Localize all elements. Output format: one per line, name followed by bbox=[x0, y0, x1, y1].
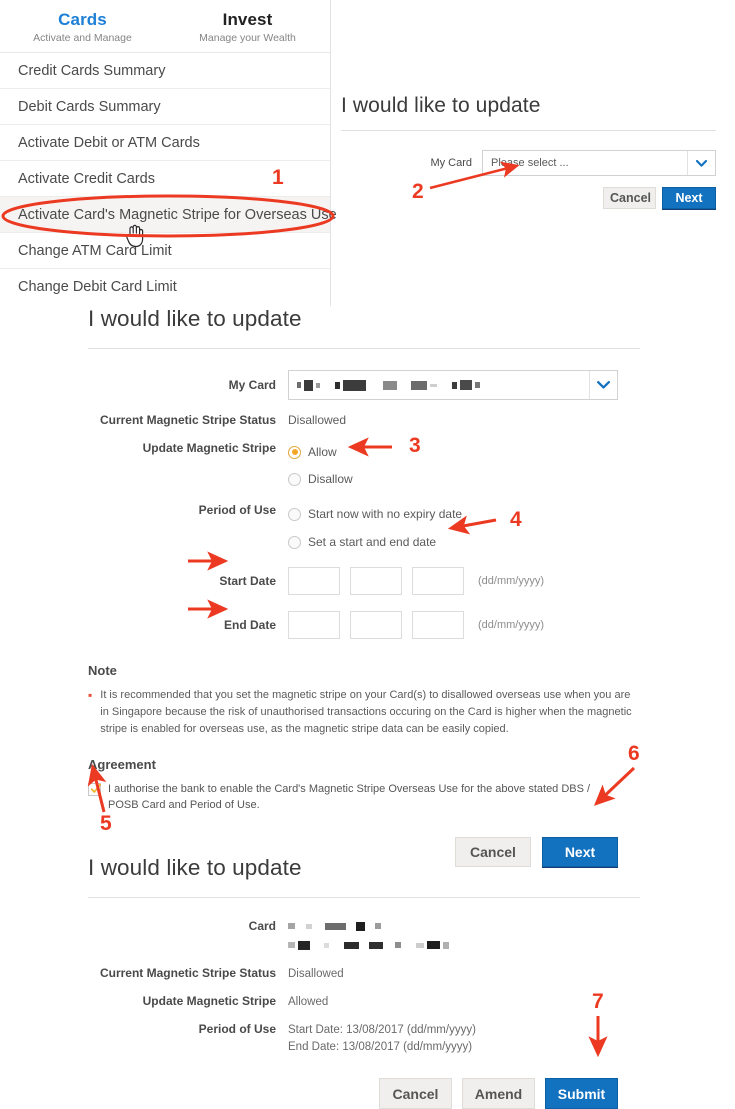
sidebar-item-change-atm-card-limit[interactable]: Change ATM Card Limit bbox=[0, 233, 330, 269]
end-date-day-input[interactable] bbox=[288, 611, 340, 639]
radio-option-set-dates[interactable]: Set a start and end date bbox=[288, 531, 462, 553]
panel-confirm-title: I would like to update bbox=[88, 855, 302, 880]
radio-set-dates-indicator bbox=[288, 535, 301, 549]
radio-disallow-label: Disallow bbox=[308, 472, 353, 486]
annotation-number-2: 2 bbox=[412, 180, 424, 203]
sidebar-item-debit-cards-summary[interactable]: Debit Cards Summary bbox=[0, 89, 330, 125]
current-status-value-step3: Disallowed bbox=[288, 968, 344, 980]
hand-pointer-cursor bbox=[125, 224, 144, 248]
submit-button[interactable]: Submit bbox=[545, 1078, 618, 1109]
chevron-down-icon bbox=[687, 151, 715, 175]
update-stripe-label-step3: Update Magnetic Stripe bbox=[142, 994, 276, 1008]
end-date-format-hint: (dd/mm/yyyy) bbox=[478, 619, 544, 631]
update-panel-step3: I would like to update Card Current Magn… bbox=[88, 855, 640, 1109]
panel-top-divider bbox=[341, 130, 716, 131]
annotation-number-5: 5 bbox=[100, 812, 112, 835]
end-date-label: End Date bbox=[223, 618, 276, 632]
update-stripe-label: Update Magnetic Stripe bbox=[142, 441, 276, 455]
redacted-card-number bbox=[297, 378, 589, 392]
radio-option-disallow[interactable]: Disallow bbox=[288, 468, 353, 490]
my-card-select-value-step2 bbox=[289, 378, 589, 392]
my-card-select-value-step1: Please select ... bbox=[491, 157, 569, 169]
tab-invest[interactable]: Invest Manage your Wealth bbox=[165, 4, 330, 52]
agreement-checkbox[interactable] bbox=[88, 783, 102, 796]
sidebar-item-credit-cards-summary[interactable]: Credit Cards Summary bbox=[0, 53, 330, 89]
my-card-select-step2[interactable] bbox=[288, 370, 618, 400]
redacted-card-line-1 bbox=[288, 919, 452, 933]
menu-tab-bar: Cards Activate and Manage Invest Manage … bbox=[0, 0, 330, 53]
tab-cards-subtitle: Activate and Manage bbox=[33, 32, 132, 44]
end-date-year-input[interactable] bbox=[412, 611, 464, 639]
update-stripe-value-step3: Allowed bbox=[288, 996, 329, 1008]
radio-start-now-label: Start now with no expiry date bbox=[308, 507, 463, 521]
tab-cards-title: Cards bbox=[58, 10, 107, 29]
radio-start-now-indicator bbox=[288, 507, 301, 521]
radio-allow-label: Allow bbox=[308, 445, 337, 459]
agreement-text: I authorise the bank to enable the Card'… bbox=[108, 783, 591, 811]
agreement-heading: Agreement bbox=[88, 757, 156, 772]
tab-invest-title: Invest bbox=[222, 10, 273, 29]
next-button-step1[interactable]: Next bbox=[662, 187, 716, 209]
period-of-use-label: Period of Use bbox=[198, 503, 276, 517]
panel-main-title: I would like to update bbox=[88, 306, 302, 331]
panel-main-divider bbox=[88, 348, 640, 349]
annotation-number-1: 1 bbox=[272, 166, 284, 189]
radio-disallow-indicator bbox=[288, 472, 301, 486]
update-panel-step2: I would like to update My Card Current M… bbox=[88, 306, 640, 867]
my-card-select-step1[interactable]: Please select ... bbox=[482, 150, 716, 176]
start-date-day-input[interactable] bbox=[288, 567, 340, 595]
note-text: It is recommended that you set the magne… bbox=[100, 689, 632, 735]
annotation-number-7: 7 bbox=[592, 990, 604, 1013]
period-end-value: End Date: 13/08/2017 (dd/mm/yyyy) bbox=[288, 1041, 473, 1053]
checkmark-icon bbox=[90, 783, 102, 793]
current-status-label-step2: Current Magnetic Stripe Status bbox=[99, 413, 276, 427]
my-card-label-step2: My Card bbox=[228, 378, 276, 392]
radio-set-dates-label: Set a start and end date bbox=[308, 535, 437, 549]
start-date-label: Start Date bbox=[219, 574, 276, 588]
end-date-month-input[interactable] bbox=[350, 611, 402, 639]
tab-invest-subtitle: Manage your Wealth bbox=[199, 32, 296, 44]
card-value-step3 bbox=[288, 919, 452, 952]
current-status-value-step2: Disallowed bbox=[288, 413, 347, 427]
start-date-month-input[interactable] bbox=[350, 567, 402, 595]
chevron-down-icon bbox=[589, 371, 617, 399]
sidebar-item-change-debit-card-limit[interactable]: Change Debit Card Limit bbox=[0, 269, 330, 305]
update-panel-step1: I would like to update My Card Please se… bbox=[341, 94, 716, 209]
radio-allow-indicator bbox=[288, 445, 301, 459]
panel-top-title: I would like to update bbox=[341, 94, 541, 117]
cancel-button-step1[interactable]: Cancel bbox=[603, 187, 656, 209]
sidebar-item-activate-magnetic-stripe[interactable]: Activate Card's Magnetic Stripe for Over… bbox=[0, 197, 337, 233]
radio-option-start-now[interactable]: Start now with no expiry date bbox=[288, 503, 462, 525]
tab-cards[interactable]: Cards Activate and Manage bbox=[0, 4, 165, 52]
redacted-card-line-2 bbox=[288, 938, 452, 952]
annotation-number-4: 4 bbox=[510, 508, 522, 531]
note-list-item: ▪ It is recommended that you set the mag… bbox=[88, 687, 640, 738]
bullet-icon: ▪ bbox=[88, 688, 93, 702]
start-date-year-input[interactable] bbox=[412, 567, 464, 595]
period-of-use-label-step3: Period of Use bbox=[198, 1022, 276, 1036]
annotation-number-3: 3 bbox=[409, 434, 421, 457]
cards-menu-panel: Cards Activate and Manage Invest Manage … bbox=[0, 0, 337, 306]
radio-option-allow[interactable]: Allow bbox=[288, 441, 353, 463]
start-date-format-hint: (dd/mm/yyyy) bbox=[478, 575, 544, 587]
cancel-button-step3[interactable]: Cancel bbox=[379, 1078, 452, 1109]
agreement-checkbox-row[interactable]: I authorise the bank to enable the Card'… bbox=[88, 781, 640, 813]
period-start-value: Start Date: 13/08/2017 (dd/mm/yyyy) bbox=[288, 1024, 476, 1036]
annotation-number-6: 6 bbox=[628, 742, 640, 765]
amend-button[interactable]: Amend bbox=[462, 1078, 535, 1109]
sidebar-item-activate-debit-atm-cards[interactable]: Activate Debit or ATM Cards bbox=[0, 125, 330, 161]
my-card-label-step1: My Card bbox=[430, 157, 472, 169]
panel-confirm-divider bbox=[88, 897, 640, 898]
current-status-label-step3: Current Magnetic Stripe Status bbox=[99, 966, 276, 980]
card-label-step3: Card bbox=[248, 919, 276, 933]
note-heading: Note bbox=[88, 663, 117, 678]
